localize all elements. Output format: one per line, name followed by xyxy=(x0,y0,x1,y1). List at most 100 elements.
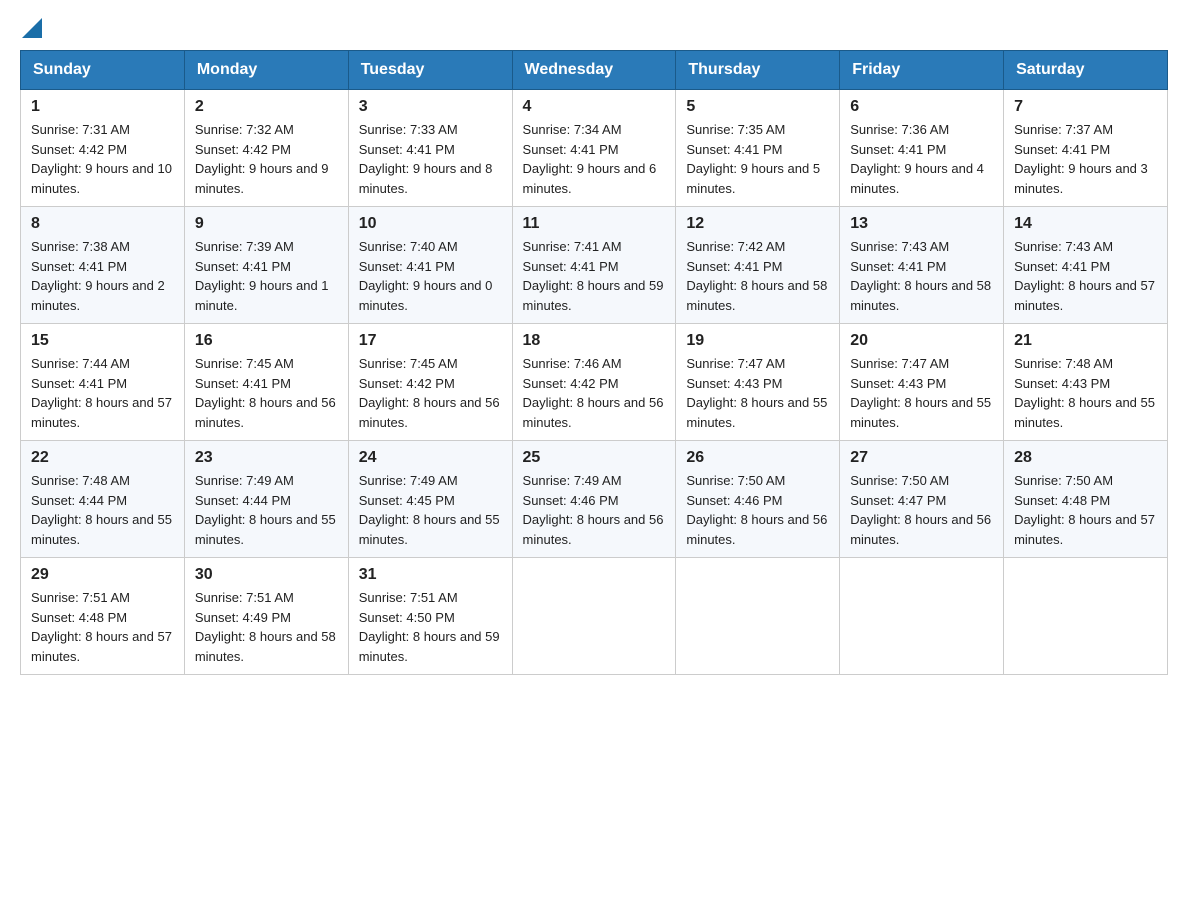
calendar-cell: 6 Sunrise: 7:36 AMSunset: 4:41 PMDayligh… xyxy=(840,90,1004,207)
calendar-week-row: 22 Sunrise: 7:48 AMSunset: 4:44 PMDaylig… xyxy=(21,441,1168,558)
day-info: Sunrise: 7:50 AMSunset: 4:47 PMDaylight:… xyxy=(850,473,991,547)
day-number: 10 xyxy=(359,215,502,233)
calendar-cell: 7 Sunrise: 7:37 AMSunset: 4:41 PMDayligh… xyxy=(1004,90,1168,207)
day-info: Sunrise: 7:50 AMSunset: 4:46 PMDaylight:… xyxy=(686,473,827,547)
day-info: Sunrise: 7:45 AMSunset: 4:42 PMDaylight:… xyxy=(359,356,500,430)
day-number: 18 xyxy=(523,332,666,350)
calendar-cell: 5 Sunrise: 7:35 AMSunset: 4:41 PMDayligh… xyxy=(676,90,840,207)
calendar-cell: 21 Sunrise: 7:48 AMSunset: 4:43 PMDaylig… xyxy=(1004,324,1168,441)
calendar-cell: 17 Sunrise: 7:45 AMSunset: 4:42 PMDaylig… xyxy=(348,324,512,441)
day-number: 4 xyxy=(523,98,666,116)
calendar-cell: 24 Sunrise: 7:49 AMSunset: 4:45 PMDaylig… xyxy=(348,441,512,558)
day-number: 13 xyxy=(850,215,993,233)
day-info: Sunrise: 7:51 AMSunset: 4:49 PMDaylight:… xyxy=(195,590,336,664)
calendar-cell: 9 Sunrise: 7:39 AMSunset: 4:41 PMDayligh… xyxy=(184,207,348,324)
day-info: Sunrise: 7:51 AMSunset: 4:48 PMDaylight:… xyxy=(31,590,172,664)
calendar-cell: 19 Sunrise: 7:47 AMSunset: 4:43 PMDaylig… xyxy=(676,324,840,441)
column-header-sunday: Sunday xyxy=(21,51,185,90)
day-number: 26 xyxy=(686,449,829,467)
day-info: Sunrise: 7:49 AMSunset: 4:45 PMDaylight:… xyxy=(359,473,500,547)
day-info: Sunrise: 7:43 AMSunset: 4:41 PMDaylight:… xyxy=(850,239,991,313)
calendar-cell: 12 Sunrise: 7:42 AMSunset: 4:41 PMDaylig… xyxy=(676,207,840,324)
calendar-cell xyxy=(512,558,676,675)
calendar-cell: 30 Sunrise: 7:51 AMSunset: 4:49 PMDaylig… xyxy=(184,558,348,675)
day-number: 15 xyxy=(31,332,174,350)
calendar-cell: 23 Sunrise: 7:49 AMSunset: 4:44 PMDaylig… xyxy=(184,441,348,558)
day-info: Sunrise: 7:49 AMSunset: 4:44 PMDaylight:… xyxy=(195,473,336,547)
day-number: 5 xyxy=(686,98,829,116)
day-number: 17 xyxy=(359,332,502,350)
calendar-cell: 4 Sunrise: 7:34 AMSunset: 4:41 PMDayligh… xyxy=(512,90,676,207)
calendar-cell: 15 Sunrise: 7:44 AMSunset: 4:41 PMDaylig… xyxy=(21,324,185,441)
day-number: 12 xyxy=(686,215,829,233)
calendar-cell: 27 Sunrise: 7:50 AMSunset: 4:47 PMDaylig… xyxy=(840,441,1004,558)
day-info: Sunrise: 7:36 AMSunset: 4:41 PMDaylight:… xyxy=(850,122,984,196)
day-number: 27 xyxy=(850,449,993,467)
day-number: 20 xyxy=(850,332,993,350)
day-info: Sunrise: 7:41 AMSunset: 4:41 PMDaylight:… xyxy=(523,239,664,313)
day-info: Sunrise: 7:43 AMSunset: 4:41 PMDaylight:… xyxy=(1014,239,1155,313)
day-number: 19 xyxy=(686,332,829,350)
day-info: Sunrise: 7:35 AMSunset: 4:41 PMDaylight:… xyxy=(686,122,820,196)
calendar-cell: 8 Sunrise: 7:38 AMSunset: 4:41 PMDayligh… xyxy=(21,207,185,324)
day-number: 6 xyxy=(850,98,993,116)
day-number: 16 xyxy=(195,332,338,350)
day-number: 7 xyxy=(1014,98,1157,116)
day-number: 2 xyxy=(195,98,338,116)
day-info: Sunrise: 7:32 AMSunset: 4:42 PMDaylight:… xyxy=(195,122,329,196)
day-number: 30 xyxy=(195,566,338,584)
day-info: Sunrise: 7:45 AMSunset: 4:41 PMDaylight:… xyxy=(195,356,336,430)
day-info: Sunrise: 7:48 AMSunset: 4:44 PMDaylight:… xyxy=(31,473,172,547)
day-info: Sunrise: 7:50 AMSunset: 4:48 PMDaylight:… xyxy=(1014,473,1155,547)
day-number: 1 xyxy=(31,98,174,116)
column-header-monday: Monday xyxy=(184,51,348,90)
calendar-cell xyxy=(676,558,840,675)
day-number: 23 xyxy=(195,449,338,467)
calendar-cell: 31 Sunrise: 7:51 AMSunset: 4:50 PMDaylig… xyxy=(348,558,512,675)
day-info: Sunrise: 7:33 AMSunset: 4:41 PMDaylight:… xyxy=(359,122,493,196)
calendar-cell: 10 Sunrise: 7:40 AMSunset: 4:41 PMDaylig… xyxy=(348,207,512,324)
logo-triangle-icon xyxy=(22,18,42,38)
day-info: Sunrise: 7:40 AMSunset: 4:41 PMDaylight:… xyxy=(359,239,493,313)
calendar-cell: 29 Sunrise: 7:51 AMSunset: 4:48 PMDaylig… xyxy=(21,558,185,675)
calendar-table: SundayMondayTuesdayWednesdayThursdayFrid… xyxy=(20,50,1168,675)
calendar-cell: 18 Sunrise: 7:46 AMSunset: 4:42 PMDaylig… xyxy=(512,324,676,441)
day-number: 8 xyxy=(31,215,174,233)
calendar-header-row: SundayMondayTuesdayWednesdayThursdayFrid… xyxy=(21,51,1168,90)
logo xyxy=(20,20,44,40)
column-header-thursday: Thursday xyxy=(676,51,840,90)
calendar-cell: 2 Sunrise: 7:32 AMSunset: 4:42 PMDayligh… xyxy=(184,90,348,207)
calendar-cell: 22 Sunrise: 7:48 AMSunset: 4:44 PMDaylig… xyxy=(21,441,185,558)
day-info: Sunrise: 7:39 AMSunset: 4:41 PMDaylight:… xyxy=(195,239,329,313)
calendar-cell: 20 Sunrise: 7:47 AMSunset: 4:43 PMDaylig… xyxy=(840,324,1004,441)
day-number: 22 xyxy=(31,449,174,467)
calendar-cell: 11 Sunrise: 7:41 AMSunset: 4:41 PMDaylig… xyxy=(512,207,676,324)
day-number: 3 xyxy=(359,98,502,116)
day-number: 29 xyxy=(31,566,174,584)
day-number: 11 xyxy=(523,215,666,233)
calendar-week-row: 15 Sunrise: 7:44 AMSunset: 4:41 PMDaylig… xyxy=(21,324,1168,441)
calendar-cell: 16 Sunrise: 7:45 AMSunset: 4:41 PMDaylig… xyxy=(184,324,348,441)
day-info: Sunrise: 7:49 AMSunset: 4:46 PMDaylight:… xyxy=(523,473,664,547)
day-info: Sunrise: 7:47 AMSunset: 4:43 PMDaylight:… xyxy=(686,356,827,430)
calendar-cell: 25 Sunrise: 7:49 AMSunset: 4:46 PMDaylig… xyxy=(512,441,676,558)
calendar-cell: 3 Sunrise: 7:33 AMSunset: 4:41 PMDayligh… xyxy=(348,90,512,207)
calendar-cell xyxy=(1004,558,1168,675)
calendar-week-row: 1 Sunrise: 7:31 AMSunset: 4:42 PMDayligh… xyxy=(21,90,1168,207)
day-info: Sunrise: 7:42 AMSunset: 4:41 PMDaylight:… xyxy=(686,239,827,313)
day-number: 25 xyxy=(523,449,666,467)
day-number: 31 xyxy=(359,566,502,584)
day-info: Sunrise: 7:44 AMSunset: 4:41 PMDaylight:… xyxy=(31,356,172,430)
day-info: Sunrise: 7:51 AMSunset: 4:50 PMDaylight:… xyxy=(359,590,500,664)
page-header xyxy=(20,20,1168,40)
day-info: Sunrise: 7:38 AMSunset: 4:41 PMDaylight:… xyxy=(31,239,165,313)
day-info: Sunrise: 7:31 AMSunset: 4:42 PMDaylight:… xyxy=(31,122,172,196)
calendar-week-row: 8 Sunrise: 7:38 AMSunset: 4:41 PMDayligh… xyxy=(21,207,1168,324)
column-header-saturday: Saturday xyxy=(1004,51,1168,90)
calendar-cell: 13 Sunrise: 7:43 AMSunset: 4:41 PMDaylig… xyxy=(840,207,1004,324)
calendar-cell: 14 Sunrise: 7:43 AMSunset: 4:41 PMDaylig… xyxy=(1004,207,1168,324)
column-header-tuesday: Tuesday xyxy=(348,51,512,90)
calendar-cell: 28 Sunrise: 7:50 AMSunset: 4:48 PMDaylig… xyxy=(1004,441,1168,558)
day-number: 28 xyxy=(1014,449,1157,467)
calendar-cell: 1 Sunrise: 7:31 AMSunset: 4:42 PMDayligh… xyxy=(21,90,185,207)
